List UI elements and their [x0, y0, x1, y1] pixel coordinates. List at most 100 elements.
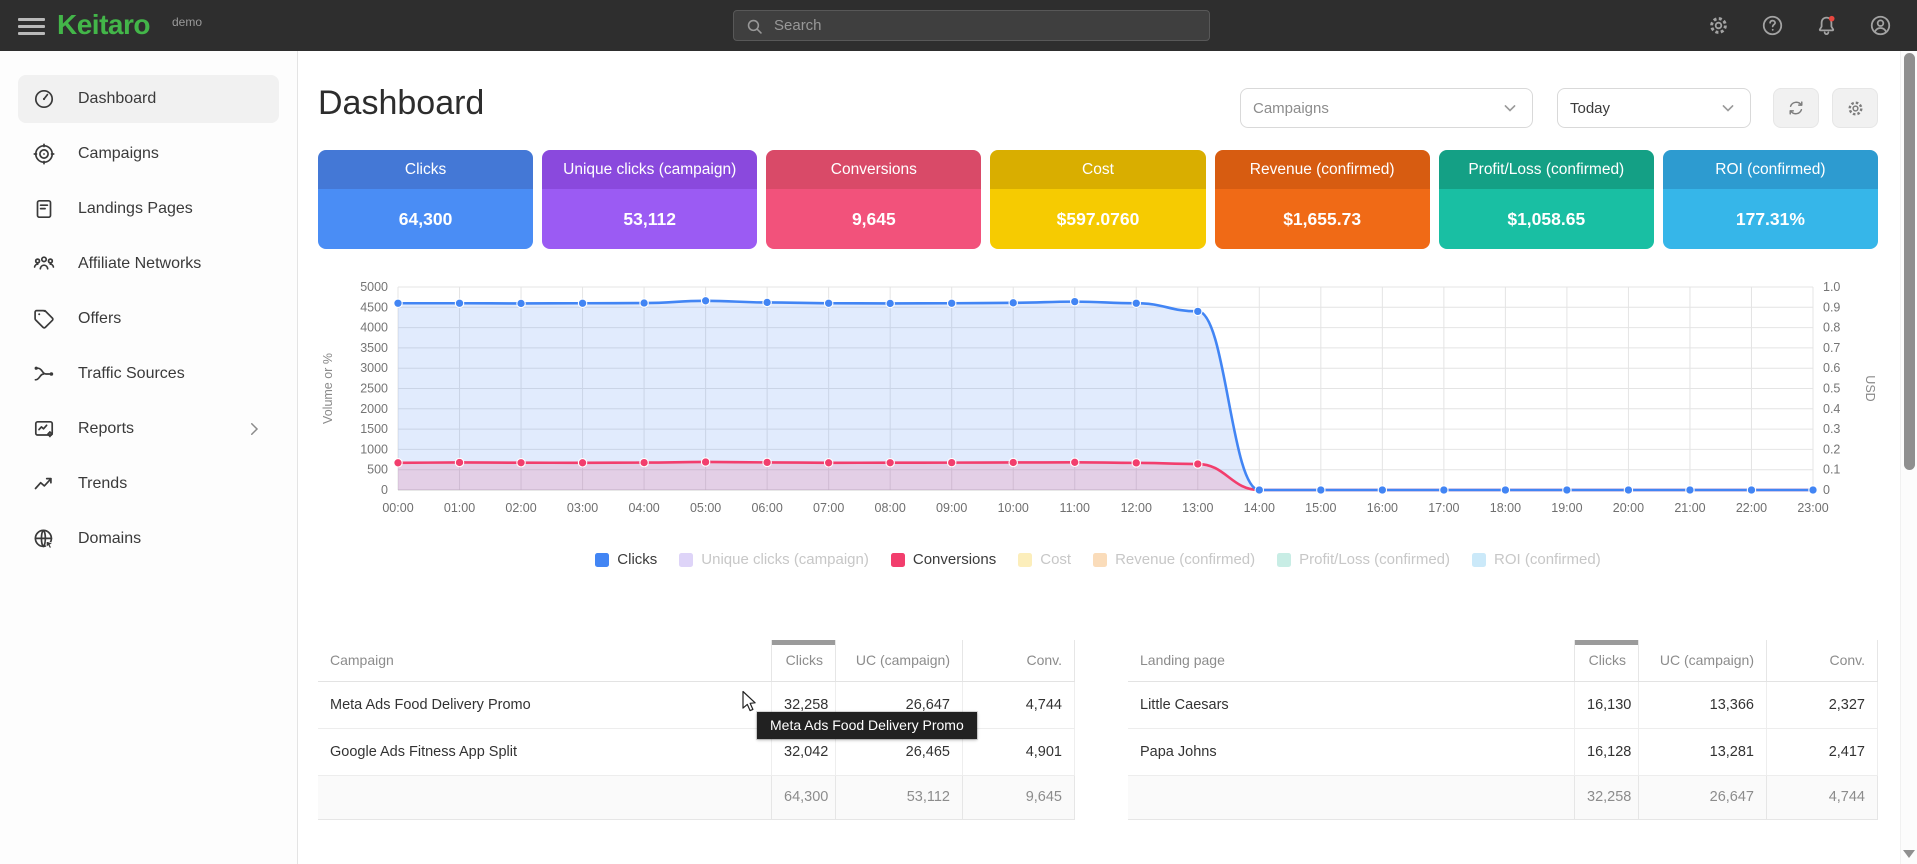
- svg-text:5000: 5000: [360, 280, 388, 294]
- sidebar-item-domains[interactable]: Domains: [18, 515, 279, 563]
- totals-cell: 26,647: [1639, 775, 1767, 819]
- row-value-cell: 2,417: [1767, 728, 1878, 775]
- notification-dot: [1829, 16, 1835, 22]
- environment-badge: demo: [172, 15, 202, 29]
- sidebar-item-reports[interactable]: Reports: [18, 405, 279, 453]
- row-name-cell[interactable]: Papa Johns: [1128, 728, 1575, 775]
- legend-swatch: [679, 553, 693, 567]
- hamburger-menu-icon[interactable]: [18, 14, 45, 37]
- legend-item-revenue-confirmed-[interactable]: Revenue (confirmed): [1093, 551, 1255, 568]
- refresh-icon: [1785, 97, 1807, 119]
- sidebar-item-landings-pages[interactable]: Landings Pages: [18, 185, 279, 233]
- totals-cell: 53,112: [836, 775, 963, 819]
- legend-swatch: [1277, 553, 1291, 567]
- svg-text:0.8: 0.8: [1823, 321, 1840, 335]
- row-name-cell[interactable]: Meta Ads Food Delivery Promo: [318, 681, 772, 728]
- sidebar-item-affiliate-networks[interactable]: Affiliate Networks: [18, 240, 279, 288]
- trend-icon: [32, 472, 56, 496]
- legend-label: Cost: [1040, 551, 1071, 568]
- column-header-conv-[interactable]: Conv.: [1767, 640, 1878, 681]
- chart-legend: Clicks Unique clicks (campaign) Conversion…: [318, 551, 1878, 568]
- search-input[interactable]: [774, 11, 1194, 40]
- gear-icon: [1845, 98, 1866, 119]
- metric-card-label: Unique clicks (campaign): [542, 150, 757, 189]
- svg-text:20:00: 20:00: [1613, 501, 1644, 515]
- svg-text:02:00: 02:00: [505, 501, 536, 515]
- campaigns-filter-value: Campaigns: [1253, 100, 1492, 117]
- sidebar-item-traffic-sources[interactable]: Traffic Sources: [18, 350, 279, 398]
- row-name-cell[interactable]: Little Caesars: [1128, 681, 1575, 728]
- legend-item-unique-clicks-campaign-[interactable]: Unique clicks (campaign): [679, 551, 869, 568]
- settings-gear-icon[interactable]: [1706, 13, 1731, 38]
- row-tooltip: Meta Ads Food Delivery Promo: [757, 712, 977, 739]
- svg-text:21:00: 21:00: [1674, 501, 1705, 515]
- metric-card-value: 177.31%: [1663, 189, 1878, 249]
- scrollbar-thumb[interactable]: [1904, 53, 1915, 470]
- sidebar-item-campaigns[interactable]: Campaigns: [18, 130, 279, 178]
- svg-text:00:00: 00:00: [382, 501, 413, 515]
- pages-icon: [32, 197, 56, 221]
- svg-text:23:00: 23:00: [1797, 501, 1828, 515]
- column-header-clicks[interactable]: Clicks: [1575, 640, 1639, 681]
- column-header-campaign[interactable]: Campaign: [318, 640, 772, 681]
- account-avatar-icon[interactable]: [1868, 13, 1893, 38]
- legend-item-clicks[interactable]: Clicks: [595, 551, 657, 568]
- svg-text:13:00: 13:00: [1182, 501, 1213, 515]
- sidebar-item-dashboard[interactable]: Dashboard: [18, 75, 279, 123]
- dashboard-settings-button[interactable]: [1832, 88, 1878, 128]
- legend-swatch: [595, 553, 609, 567]
- legend-item-cost[interactable]: Cost: [1018, 551, 1071, 568]
- row-value-cell: 4,901: [963, 728, 1075, 775]
- metric-card-label: Conversions: [766, 150, 981, 189]
- svg-text:0.5: 0.5: [1823, 382, 1840, 396]
- svg-text:USD: USD: [1863, 375, 1877, 401]
- column-header-clicks[interactable]: Clicks: [772, 640, 836, 681]
- scroll-down-arrow[interactable]: [1903, 850, 1915, 858]
- dashboard-chart: 005000.110000.215000.320000.425000.53000…: [318, 265, 1878, 525]
- date-range-select[interactable]: Today: [1557, 88, 1751, 128]
- row-value-cell: 13,281: [1639, 728, 1767, 775]
- svg-text:0.4: 0.4: [1823, 402, 1840, 416]
- column-header-uc-campaign-[interactable]: UC (campaign): [1639, 640, 1767, 681]
- target-icon: [32, 142, 56, 166]
- svg-text:22:00: 22:00: [1736, 501, 1767, 515]
- refresh-button[interactable]: [1773, 88, 1819, 128]
- row-value-cell: 16,128: [1575, 728, 1639, 775]
- row-value-cell: 2,327: [1767, 681, 1878, 728]
- help-icon[interactable]: [1760, 13, 1785, 38]
- legend-label: Conversions: [913, 551, 996, 568]
- sidebar-item-trends[interactable]: Trends: [18, 460, 279, 508]
- column-header-uc-campaign-[interactable]: UC (campaign): [836, 640, 963, 681]
- notifications-bell-icon[interactable]: [1814, 13, 1839, 38]
- legend-item-conversions[interactable]: Conversions: [891, 551, 996, 568]
- legend-label: Unique clicks (campaign): [701, 551, 869, 568]
- legend-item-profit-loss-confirmed-[interactable]: Profit/Loss (confirmed): [1277, 551, 1450, 568]
- metric-card-roi-confirmed-: ROI (confirmed)177.31%: [1663, 150, 1878, 249]
- gauge-icon: [32, 87, 56, 111]
- svg-text:10:00: 10:00: [998, 501, 1029, 515]
- svg-text:09:00: 09:00: [936, 501, 967, 515]
- row-value-cell: 16,130: [1575, 681, 1639, 728]
- tag-icon: [32, 307, 56, 331]
- keitaro-dashboard-page: Keitaro demo DashboardCampaignsLandings …: [0, 0, 1917, 864]
- row-name-cell[interactable]: Google Ads Fitness App Split: [318, 728, 772, 775]
- totals-cell: [1128, 775, 1575, 819]
- sidebar-item-label: Domains: [78, 530, 141, 548]
- svg-text:1.0: 1.0: [1823, 280, 1840, 294]
- legend-swatch: [1093, 553, 1107, 567]
- metric-card-label: ROI (confirmed): [1663, 150, 1878, 189]
- sidebar-item-offers[interactable]: Offers: [18, 295, 279, 343]
- legend-label: ROI (confirmed): [1494, 551, 1601, 568]
- metric-card-label: Profit/Loss (confirmed): [1439, 150, 1654, 189]
- svg-text:0.6: 0.6: [1823, 361, 1840, 375]
- svg-text:3500: 3500: [360, 341, 388, 355]
- column-header-landing-page[interactable]: Landing page: [1128, 640, 1575, 681]
- svg-text:0.2: 0.2: [1823, 442, 1840, 456]
- column-header-conv-[interactable]: Conv.: [963, 640, 1075, 681]
- svg-text:0.9: 0.9: [1823, 300, 1840, 314]
- svg-text:16:00: 16:00: [1367, 501, 1398, 515]
- campaigns-filter-select[interactable]: Campaigns: [1240, 88, 1533, 128]
- totals-cell: 9,645: [963, 775, 1075, 819]
- legend-item-roi-confirmed-[interactable]: ROI (confirmed): [1472, 551, 1601, 568]
- svg-text:3000: 3000: [360, 361, 388, 375]
